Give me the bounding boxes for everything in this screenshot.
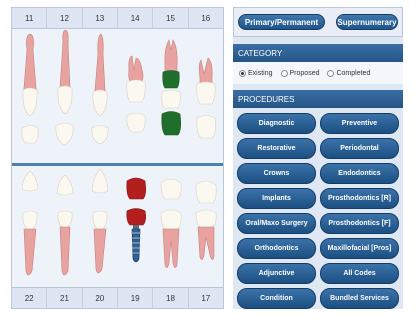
tooth-12[interactable] xyxy=(47,30,82,162)
tooth-18-icon xyxy=(160,178,182,268)
lower-arch xyxy=(12,167,223,287)
endodontics-button[interactable]: Endodontics xyxy=(320,163,399,184)
tooth-20[interactable] xyxy=(82,167,117,287)
procedures-heading: PROCEDURES xyxy=(233,90,403,108)
upper-tooth-numbers: 11 12 13 14 15 16 xyxy=(12,8,223,29)
restorative-button[interactable]: Restorative xyxy=(237,138,316,159)
tooth-18[interactable] xyxy=(153,167,188,287)
preventive-button[interactable]: Preventive xyxy=(320,113,399,134)
tooth-16-icon xyxy=(196,57,216,139)
tooth-number-22[interactable]: 22 xyxy=(12,288,48,308)
tooth-14-icon xyxy=(126,55,146,133)
upper-arch xyxy=(12,30,223,162)
category-heading: CATEGORY xyxy=(233,44,403,62)
tooth-chart: 11 12 13 14 15 16 22 21 20 19 18 17 xyxy=(11,7,224,309)
tooth-number-15[interactable]: 15 xyxy=(153,8,189,28)
primary-permanent-button[interactable]: Primary/Permanent xyxy=(238,14,325,30)
tooth-12-icon xyxy=(55,30,74,146)
tooth-number-12[interactable]: 12 xyxy=(47,8,83,28)
procedure-panel: Primary/Permanent Supernumerary CATEGORY… xyxy=(233,7,403,309)
tooth-11[interactable] xyxy=(12,30,47,162)
category-options: Existing Proposed Completed xyxy=(233,62,403,84)
prosthodontics-removable-button[interactable]: Prosthodontics [R] xyxy=(320,188,399,209)
tooth-number-18[interactable]: 18 xyxy=(153,288,189,308)
tooth-11-icon xyxy=(21,33,39,144)
category-proposed-radio[interactable]: Proposed xyxy=(280,69,320,77)
periodontal-button[interactable]: Periodontal xyxy=(320,138,399,159)
crowns-button[interactable]: Crowns xyxy=(237,163,316,184)
bundled-services-button[interactable]: Bundled Services xyxy=(320,288,399,309)
tooth-number-11[interactable]: 11 xyxy=(12,8,48,28)
tooth-type-bar: Primary/Permanent Supernumerary xyxy=(233,7,403,37)
supernumerary-button[interactable]: Supernumerary xyxy=(336,14,398,30)
prosthodontics-fixed-button[interactable]: Prosthodontics [F] xyxy=(320,213,399,234)
category-completed-radio[interactable]: Completed xyxy=(327,69,371,77)
tooth-13[interactable] xyxy=(82,30,117,162)
tooth-17[interactable] xyxy=(188,167,223,287)
lower-tooth-numbers: 22 21 20 19 18 17 xyxy=(12,287,223,308)
tooth-16[interactable] xyxy=(188,30,223,162)
all-codes-button[interactable]: All Codes xyxy=(320,263,399,284)
arch-divider xyxy=(12,163,223,166)
tooth-20-icon xyxy=(92,168,109,274)
tooth-17-icon xyxy=(195,180,217,260)
tooth-21[interactable] xyxy=(47,167,82,287)
oral-maxo-surgery-button[interactable]: Oral/Maxo Surgery xyxy=(237,213,316,234)
tooth-22-icon xyxy=(21,170,39,276)
procedures-grid: Diagnostic Preventive Restorative Period… xyxy=(233,108,403,309)
tooth-15[interactable] xyxy=(153,30,188,162)
tooth-number-16[interactable]: 16 xyxy=(189,8,223,28)
category-proposed-label: Proposed xyxy=(289,69,320,77)
diagnostic-button[interactable]: Diagnostic xyxy=(237,113,316,134)
tooth-14[interactable] xyxy=(118,30,153,162)
tooth-number-20[interactable]: 20 xyxy=(83,288,118,308)
tooth-15-icon xyxy=(161,39,181,136)
tooth-21-icon xyxy=(56,174,74,276)
implants-button[interactable]: Implants xyxy=(237,188,316,209)
tooth-number-14[interactable]: 14 xyxy=(118,8,154,28)
maxillofacial-pros-button[interactable]: Maxillofacial [Pros] xyxy=(320,238,399,259)
tooth-number-13[interactable]: 13 xyxy=(83,8,118,28)
radio-selected-icon xyxy=(239,69,246,77)
adjunctive-button[interactable]: Adjunctive xyxy=(237,263,316,284)
tooth-13-icon xyxy=(91,33,109,145)
category-existing-radio[interactable]: Existing xyxy=(239,69,273,77)
condition-button[interactable]: Condition xyxy=(237,288,316,309)
tooth-number-21[interactable]: 21 xyxy=(47,288,83,308)
orthodontics-button[interactable]: Orthodontics xyxy=(237,238,316,259)
radio-unselected-icon xyxy=(280,69,288,77)
radio-unselected-icon xyxy=(327,69,335,77)
tooth-22[interactable] xyxy=(12,167,47,287)
category-existing-label: Existing xyxy=(248,69,273,77)
tooth-number-19[interactable]: 19 xyxy=(118,288,154,308)
category-completed-label: Completed xyxy=(336,69,371,77)
tooth-number-17[interactable]: 17 xyxy=(189,288,223,308)
tooth-19[interactable] xyxy=(118,167,153,287)
tooth-19-icon xyxy=(126,177,146,263)
